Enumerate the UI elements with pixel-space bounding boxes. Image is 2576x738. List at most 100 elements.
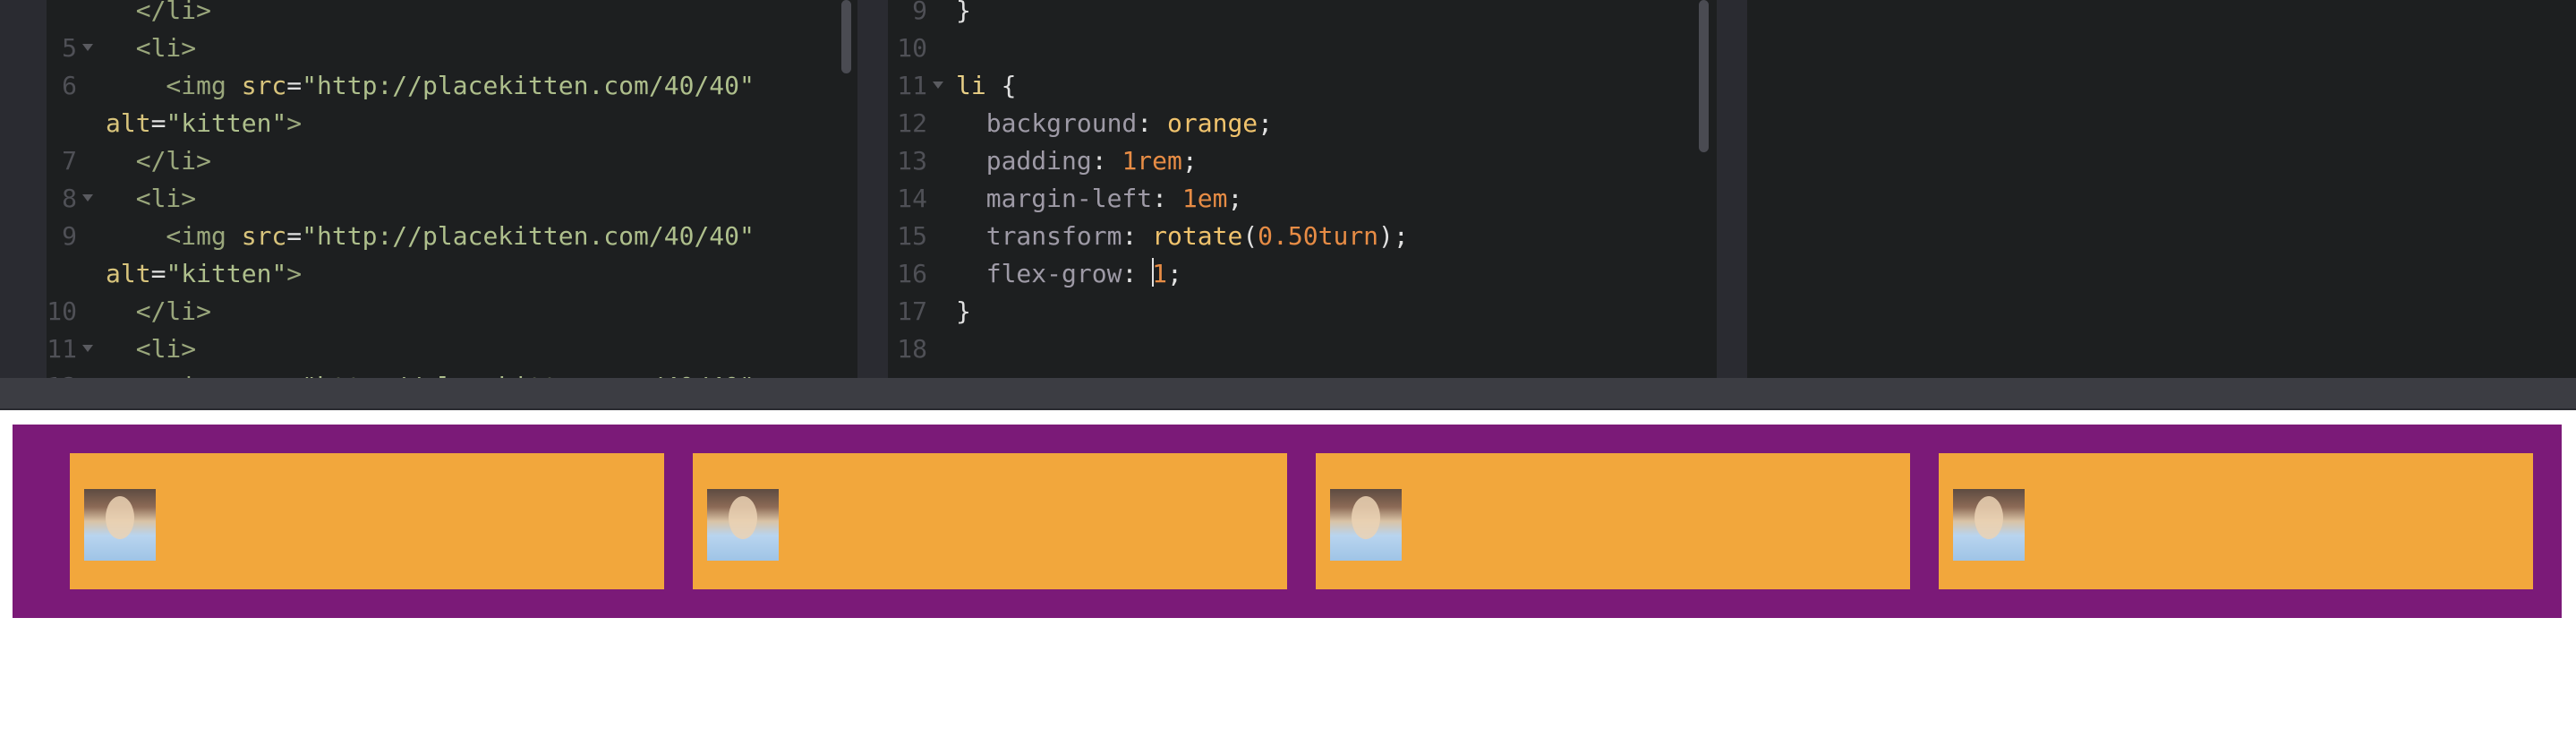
code-token: </li> bbox=[106, 0, 212, 25]
line-number: 11 bbox=[47, 334, 77, 364]
css-code-line[interactable]: 12 background: orange; bbox=[888, 105, 1717, 142]
fold-arrow-icon[interactable] bbox=[82, 44, 93, 51]
code-text: </li> bbox=[106, 293, 211, 330]
code-token: rotate bbox=[1152, 221, 1243, 251]
html-code-line[interactable]: alt="kitten"> bbox=[0, 255, 857, 293]
html-code-line[interactable]: 8 <li> bbox=[0, 180, 857, 218]
html-code-line[interactable]: 9 <img src="http://placekitten.com/40/40… bbox=[0, 218, 857, 255]
code-token: src bbox=[241, 71, 287, 100]
code-token: "kitten" bbox=[166, 108, 287, 138]
css-editor-pane[interactable]: 9} 10 11 li {12 background: orange; 13 paddi… bbox=[888, 0, 1717, 378]
code-token: </li> bbox=[106, 146, 212, 176]
fold-arrow-icon[interactable] bbox=[933, 82, 943, 89]
html-code-line[interactable]: 11 <li> bbox=[0, 330, 857, 368]
code-text: } bbox=[956, 293, 971, 330]
code-token: transform bbox=[956, 221, 1122, 251]
css-code-line[interactable]: 16 flex-grow: 1; bbox=[888, 255, 1717, 293]
code-token: } bbox=[956, 296, 971, 326]
css-code-line[interactable]: 17} bbox=[888, 293, 1717, 330]
code-token: : bbox=[1137, 108, 1168, 138]
css-code[interactable]: 9} 10 11 li {12 background: orange; 13 paddi… bbox=[888, 0, 1717, 368]
code-token: orange bbox=[1167, 108, 1258, 138]
html-editor-scrollbar[interactable] bbox=[841, 0, 851, 73]
html-code-line[interactable]: 5 <li> bbox=[0, 30, 857, 67]
code-text: </li> bbox=[106, 0, 211, 30]
fold-arrow-icon[interactable] bbox=[82, 194, 93, 202]
list-item bbox=[1939, 453, 2533, 589]
code-text: background: orange; bbox=[956, 105, 1273, 142]
css-code-line[interactable]: 13 padding: 1rem; bbox=[888, 142, 1717, 180]
css-code-line[interactable]: 9} bbox=[888, 0, 1717, 30]
line-number: 9 bbox=[912, 0, 927, 25]
line-number: 10 bbox=[47, 296, 77, 326]
html-code-line[interactable]: 6 <img src="http://placekitten.com/40/40… bbox=[0, 67, 857, 105]
code-token: <li> bbox=[106, 33, 197, 63]
code-text: <li> bbox=[106, 180, 196, 218]
code-token: = bbox=[286, 221, 303, 251]
html-code-line[interactable]: alt="kitten"> bbox=[0, 105, 857, 142]
code-token: <img bbox=[106, 221, 242, 251]
code-token: > bbox=[286, 108, 303, 138]
css-editor-scrollbar[interactable] bbox=[1699, 0, 1709, 152]
css-code-line[interactable]: 10 bbox=[888, 30, 1717, 67]
code-text: </li> bbox=[106, 142, 211, 180]
html-code-line[interactable]: </li> bbox=[0, 0, 857, 30]
code-token: alt bbox=[106, 259, 151, 288]
kitten-image bbox=[1953, 489, 2025, 561]
code-token: flex-grow bbox=[956, 259, 1122, 288]
code-text: } bbox=[956, 0, 971, 30]
list-item bbox=[70, 453, 664, 589]
fold-arrow-icon[interactable] bbox=[82, 345, 93, 352]
code-text: <img src="http://placekitten.com/40/40" bbox=[106, 67, 754, 105]
code-text: padding: 1rem; bbox=[956, 142, 1198, 180]
html-editor-pane[interactable]: </li> 5 <li> 6 <img src="http://placekitte… bbox=[0, 0, 857, 378]
code-text: li { bbox=[956, 67, 1016, 105]
line-number: 6 bbox=[62, 71, 77, 100]
html-code-line[interactable]: 7 </li> bbox=[0, 142, 857, 180]
js-editor-pane[interactable] bbox=[1747, 0, 2576, 378]
css-code-line[interactable]: 11 li { bbox=[888, 67, 1717, 105]
code-text: <li> bbox=[106, 30, 196, 67]
css-code-line[interactable]: 15 transform: rotate(0.50turn); bbox=[888, 218, 1717, 255]
line-number: 8 bbox=[62, 184, 77, 213]
code-token: padding bbox=[956, 146, 1092, 176]
css-code-line[interactable]: 18 bbox=[888, 330, 1717, 368]
line-number: 15 bbox=[897, 221, 927, 251]
code-token: ; bbox=[1167, 259, 1182, 288]
line-number: 10 bbox=[897, 33, 927, 63]
kitten-image bbox=[1330, 489, 1402, 561]
line-number: 17 bbox=[897, 296, 927, 326]
line-number: 11 bbox=[897, 71, 927, 100]
html-code[interactable]: </li> 5 <li> 6 <img src="http://placekitte… bbox=[0, 0, 857, 378]
editor-preview-resizer[interactable] bbox=[0, 378, 2576, 410]
code-token: : bbox=[1122, 259, 1153, 288]
code-text: <li> bbox=[106, 330, 196, 368]
code-token: 1rem bbox=[1122, 146, 1182, 176]
pane-divider-2[interactable] bbox=[1717, 0, 1747, 378]
code-token: li bbox=[956, 71, 986, 100]
pane-divider-1[interactable] bbox=[857, 0, 888, 378]
code-text: alt="kitten"> bbox=[106, 255, 302, 293]
line-number: 18 bbox=[897, 334, 927, 364]
code-token: <li> bbox=[106, 334, 197, 364]
html-code-line[interactable]: 12 <img src="http://placekitten.com/40/4… bbox=[0, 368, 857, 378]
code-token: ( bbox=[1242, 221, 1258, 251]
code-token: } bbox=[956, 0, 971, 25]
code-token: : bbox=[1091, 146, 1122, 176]
code-token: src bbox=[241, 221, 287, 251]
code-token: src bbox=[242, 372, 287, 378]
list-item bbox=[1316, 453, 1910, 589]
html-code-line[interactable]: 10 </li> bbox=[0, 293, 857, 330]
code-text: <img src="http://placekitten.com/40/40" bbox=[106, 218, 754, 255]
css-code-line[interactable]: 14 margin-left: 1em; bbox=[888, 180, 1717, 218]
code-token: ; bbox=[1181, 146, 1198, 176]
code-text: alt="kitten"> bbox=[106, 105, 302, 142]
code-token: ); bbox=[1378, 221, 1409, 251]
line-number: 13 bbox=[897, 146, 927, 176]
code-token: 1 bbox=[1152, 259, 1168, 288]
code-token: = bbox=[150, 108, 166, 138]
result-preview bbox=[0, 410, 2576, 738]
code-token: = bbox=[286, 71, 303, 100]
code-text: flex-grow: 1; bbox=[956, 255, 1182, 293]
code-token: alt bbox=[106, 108, 151, 138]
